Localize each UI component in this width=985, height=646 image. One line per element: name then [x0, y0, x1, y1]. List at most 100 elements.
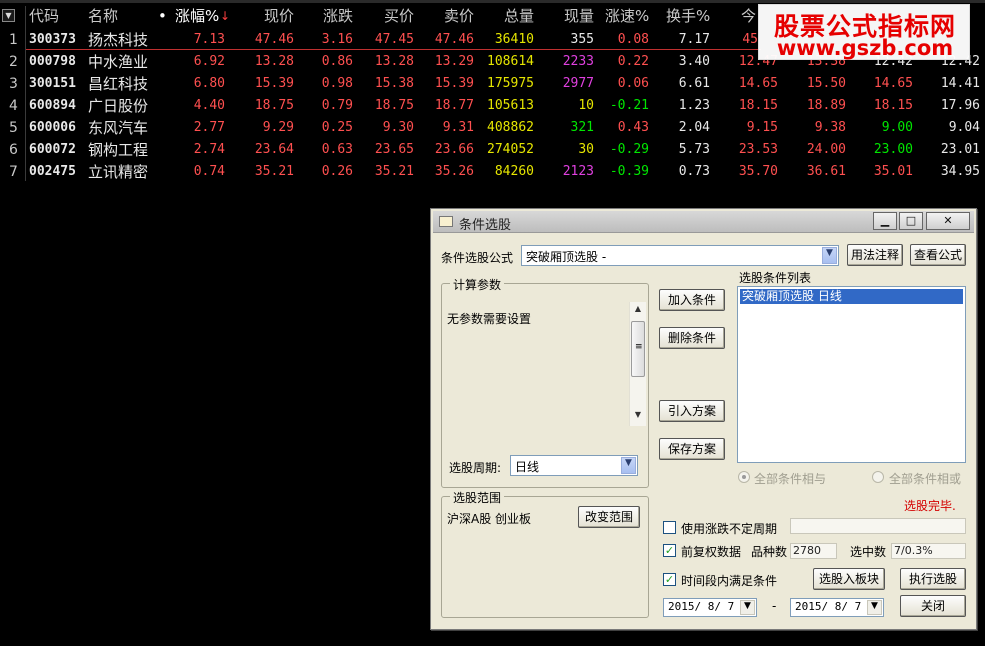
table-row[interactable]: 3 300151 昌红科技 6.80 15.39 0.98 15.38 15.3…: [0, 73, 985, 95]
save-to-block-button[interactable]: 选股入板块: [813, 568, 885, 590]
stock-code: 300373: [29, 32, 76, 47]
open: 23.53: [738, 142, 778, 157]
open: 14.65: [738, 76, 778, 91]
import-plan-button[interactable]: 引入方案: [659, 400, 725, 422]
formula-select[interactable]: 突破厢顶选股 - ▼: [521, 245, 839, 266]
radio-or-label: 全部条件相或: [889, 472, 962, 486]
scroll-down-icon[interactable]: ▼: [630, 410, 646, 424]
stock-name: 钢构工程: [88, 141, 149, 159]
change-pct: 2.77: [193, 120, 225, 135]
change-scope-button[interactable]: 改变范围: [578, 506, 640, 528]
price: 9.29: [262, 120, 294, 135]
use-uncertain-period-checkbox[interactable]: [663, 521, 676, 534]
condition-screener-dialog: 条件选股 ▁ □ ✕ 条件选股公式 突破厢顶选股 - ▼ 用法注释 查看公式 计…: [430, 208, 977, 630]
low: 9.00: [881, 120, 913, 135]
scope-group: 选股范围 沪深A股 创业板 改变范围: [441, 489, 649, 618]
usage-notes-button[interactable]: 用法注释: [847, 244, 903, 266]
ask: 9.31: [442, 120, 474, 135]
cur-vol: 2123: [562, 164, 594, 179]
period-select[interactable]: 日线 ▼: [510, 455, 638, 476]
chevron-down-icon[interactable]: ▼: [867, 600, 882, 615]
dialog-title: 条件选股: [459, 218, 512, 233]
stock-quote-grid: ▼ 代码 名称 • 涨幅% ↓ 现价 涨跌 买价 卖价 总量 现量 涨速% 换手…: [0, 0, 985, 185]
maximize-button[interactable]: □: [899, 212, 923, 230]
radio-and[interactable]: [738, 471, 750, 483]
row-index: 2: [9, 54, 18, 70]
forward-adjust-label: 前复权数据: [681, 545, 742, 559]
site-watermark: 股票公式指标网 www.gszb.com: [758, 4, 970, 60]
col-header-ask[interactable]: 卖价: [432, 5, 474, 27]
volume: 105613: [487, 98, 534, 113]
speed: 0.22: [617, 54, 649, 69]
open: 45: [742, 32, 758, 47]
turnover: 3.40: [678, 54, 710, 69]
col-header-name[interactable]: 名称: [88, 5, 138, 27]
open: 18.15: [738, 98, 778, 113]
change: 0.98: [321, 76, 353, 91]
change: 0.25: [321, 120, 353, 135]
change: 0.26: [321, 164, 353, 179]
table-row[interactable]: 4 600894 广日股份 4.40 18.75 0.79 18.75 18.7…: [0, 95, 985, 117]
in-period-checkbox[interactable]: ✓: [663, 573, 676, 586]
save-plan-button[interactable]: 保存方案: [659, 438, 725, 460]
col-header-price[interactable]: 现价: [244, 5, 294, 27]
ask: 23.66: [434, 142, 474, 157]
col-header-bid[interactable]: 买价: [372, 5, 414, 27]
table-row[interactable]: 5 600006 东风汽车 2.77 9.29 0.25 9.30 9.31 4…: [0, 117, 985, 139]
stock-name: 东风汽车: [88, 119, 149, 137]
stock-code: 300151: [29, 76, 76, 91]
date-to-picker[interactable]: 2015/ 8/ 7 ▼: [790, 598, 884, 617]
execute-screen-button[interactable]: 执行选股: [900, 568, 966, 590]
column-menu-button[interactable]: ▼: [2, 9, 15, 22]
col-header-volume[interactable]: 总量: [492, 5, 534, 27]
speed: 0.43: [617, 120, 649, 135]
prev-close: 17.96: [940, 98, 980, 113]
col-header-speed[interactable]: 涨速%: [605, 5, 653, 27]
stock-name: 昌红科技: [88, 75, 149, 93]
chevron-down-icon[interactable]: ▼: [740, 600, 755, 615]
bid: 23.65: [374, 142, 414, 157]
chevron-down-icon[interactable]: ▼: [822, 247, 837, 264]
stock-code: 002475: [29, 164, 76, 179]
col-header-dot: •: [158, 7, 167, 25]
date-from-picker[interactable]: 2015/ 8/ 7 ▼: [663, 598, 757, 617]
formula-label: 条件选股公式: [441, 251, 514, 265]
use-uncertain-period-label: 使用涨跌不定周期: [681, 522, 778, 536]
change-pct: 7.13: [193, 32, 225, 47]
view-formula-button[interactable]: 查看公式: [910, 244, 966, 266]
bid: 47.45: [374, 32, 414, 47]
scroll-up-icon[interactable]: ▲: [630, 304, 646, 318]
col-header-change[interactable]: 涨跌: [313, 5, 353, 27]
ask: 47.46: [434, 32, 474, 47]
turnover: 2.04: [678, 120, 710, 135]
table-row[interactable]: 6 600072 钢构工程 2.74 23.64 0.63 23.65 23.6…: [0, 139, 985, 161]
high: 24.00: [806, 142, 846, 157]
close-button[interactable]: 关闭: [900, 595, 966, 617]
list-item[interactable]: 突破厢顶选股 日线: [740, 289, 963, 304]
turnover: 0.73: [678, 164, 710, 179]
table-row[interactable]: 7 002475 立讯精密 0.74 35.21 0.26 35.21 35.2…: [0, 161, 985, 183]
condition-list[interactable]: 突破厢顶选股 日线: [737, 286, 966, 463]
volume: 408862: [487, 120, 534, 135]
minimize-button[interactable]: ▁: [873, 212, 897, 230]
dialog-titlebar[interactable]: 条件选股 ▁ □ ✕: [433, 211, 974, 233]
forward-adjust-checkbox[interactable]: ✓: [663, 544, 676, 557]
row-index: 5: [9, 120, 18, 136]
bid: 15.38: [374, 76, 414, 91]
close-window-button[interactable]: ✕: [926, 212, 970, 230]
col-header-turnover[interactable]: 换手%: [666, 5, 714, 27]
params-group: 计算参数 无参数需要设置 ▲ ≡ ▼ 选股周期: 日线 ▼: [441, 276, 649, 488]
delete-condition-button[interactable]: 删除条件: [659, 327, 725, 349]
date-to-value: 2015/ 8/ 7: [795, 600, 862, 613]
col-header-code[interactable]: 代码: [29, 5, 69, 27]
add-condition-button[interactable]: 加入条件: [659, 289, 725, 311]
params-scrollbar[interactable]: ▲ ≡ ▼: [629, 302, 646, 426]
row-index: 4: [9, 98, 18, 114]
col-header-change-pct[interactable]: 涨幅%: [175, 5, 221, 27]
radio-or[interactable]: [872, 471, 884, 483]
no-params-text: 无参数需要设置: [447, 312, 532, 326]
condition-list-label: 选股条件列表: [739, 271, 812, 285]
chevron-down-icon[interactable]: ▼: [621, 457, 636, 474]
scroll-thumb[interactable]: ≡: [631, 321, 645, 377]
col-header-cur-vol[interactable]: 现量: [552, 5, 594, 27]
